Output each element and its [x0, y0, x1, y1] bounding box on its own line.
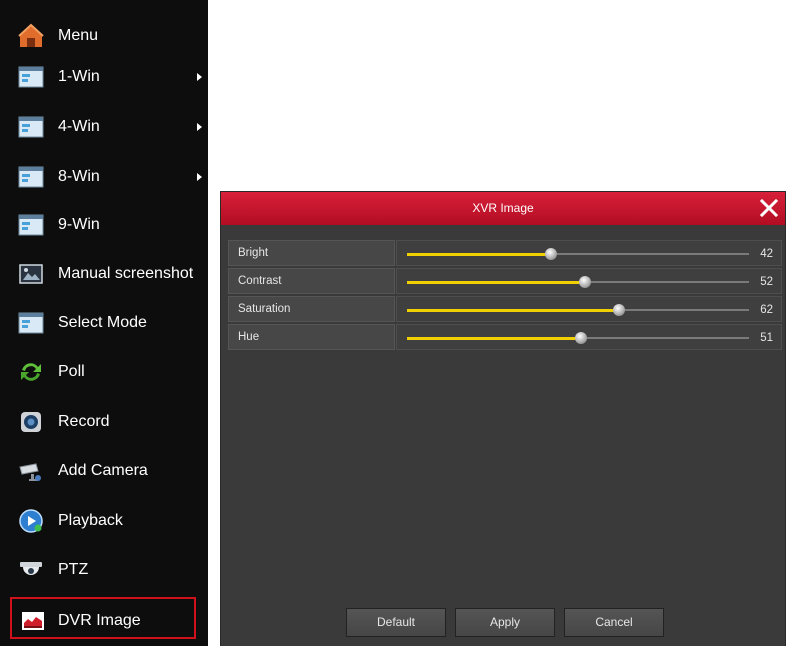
home-icon [18, 23, 44, 49]
slider-fill [407, 336, 582, 340]
setting-value: 51 [760, 332, 773, 344]
submenu-arrow-icon [197, 72, 202, 81]
apply-button[interactable]: Apply [455, 608, 555, 637]
default-button[interactable]: Default [346, 608, 446, 637]
menu-item-label: Record [58, 412, 110, 430]
menu-item-label: 8-Win [58, 167, 100, 185]
contrast-slider[interactable] [407, 276, 749, 288]
menu-item-label: 9-Win [58, 215, 100, 233]
setting-value: 52 [760, 276, 773, 288]
window-icon [18, 212, 44, 238]
slider-handle[interactable] [544, 248, 557, 260]
setting-value: 42 [760, 248, 773, 260]
setting-row-hue: Hue 51 [228, 324, 782, 350]
record-icon [18, 409, 44, 435]
setting-value: 62 [760, 304, 773, 316]
menu-item-ptz[interactable]: PTZ [0, 545, 208, 594]
menu-item-manual-screenshot[interactable]: Manual screenshot [0, 249, 208, 298]
setting-label: Hue [228, 324, 395, 350]
slider-handle[interactable] [578, 276, 591, 288]
submenu-arrow-icon [197, 172, 202, 181]
menu-item-label: Manual screenshot [58, 264, 194, 282]
slider-fill [407, 280, 585, 284]
slider-cell: 42 [396, 240, 782, 266]
slider-cell: 62 [396, 296, 782, 322]
menu-item-label: PTZ [58, 560, 89, 578]
slider-cell: 52 [396, 268, 782, 294]
close-button[interactable] [758, 196, 780, 220]
playback-icon [18, 508, 44, 534]
setting-label: Saturation [228, 296, 395, 322]
menu-item-playback[interactable]: Playback [0, 496, 208, 545]
menu-item-label: 1-Win [58, 67, 100, 85]
ptz-icon [18, 557, 44, 583]
xvr-image-dialog: XVR Image Bright 42 Contrast 52 Saturati… [221, 192, 785, 646]
window-icon [18, 114, 44, 140]
cancel-button[interactable]: Cancel [564, 608, 664, 637]
menu-item-label: Poll [58, 362, 85, 380]
slider-fill [407, 252, 551, 256]
menu-item-record[interactable]: Record [0, 397, 208, 446]
menu-item-add-camera[interactable]: Add Camera [0, 446, 208, 495]
menu-item-1-win[interactable]: 1-Win [0, 52, 208, 101]
menu-item-label: Menu [58, 26, 99, 44]
screenshot-icon [18, 261, 44, 287]
menu-item-8-win[interactable]: 8-Win [0, 152, 208, 201]
bright-slider[interactable] [407, 248, 749, 260]
setting-row-contrast: Contrast 52 [228, 268, 782, 294]
setting-row-bright: Bright 42 [228, 240, 782, 266]
window-icon [18, 64, 44, 90]
menu-item-label: 4-Win [58, 117, 100, 135]
context-menu: Menu 1-Win 4-Win 8-Win 9-Win Manual scre… [0, 0, 208, 646]
menu-item-label: Add Camera [58, 461, 148, 479]
setting-label: Contrast [228, 268, 395, 294]
window-icon [18, 310, 44, 336]
poll-icon [18, 359, 44, 385]
dialog-title: XVR Image [472, 201, 534, 215]
camera-icon [18, 458, 44, 484]
setting-row-saturation: Saturation 62 [228, 296, 782, 322]
menu-item-label: Select Mode [58, 313, 147, 331]
window-icon [18, 164, 44, 190]
image-chart-icon [20, 608, 46, 634]
saturation-slider[interactable] [407, 304, 749, 316]
hue-slider[interactable] [407, 332, 749, 344]
menu-item-select-mode[interactable]: Select Mode [0, 298, 208, 347]
menu-item-label: Playback [58, 511, 123, 529]
menu-item-4-win[interactable]: 4-Win [0, 102, 208, 151]
slider-handle[interactable] [613, 304, 626, 316]
menu-item-dvr-image[interactable]: DVR Image [0, 596, 208, 645]
close-icon [759, 198, 779, 218]
setting-label: Bright [228, 240, 395, 266]
slider-cell: 51 [396, 324, 782, 350]
menu-item-9-win[interactable]: 9-Win [0, 200, 208, 249]
submenu-arrow-icon [197, 122, 202, 131]
menu-item-label: DVR Image [58, 611, 141, 629]
slider-handle[interactable] [575, 332, 588, 344]
slider-fill [407, 308, 620, 312]
menu-item-poll[interactable]: Poll [0, 347, 208, 396]
